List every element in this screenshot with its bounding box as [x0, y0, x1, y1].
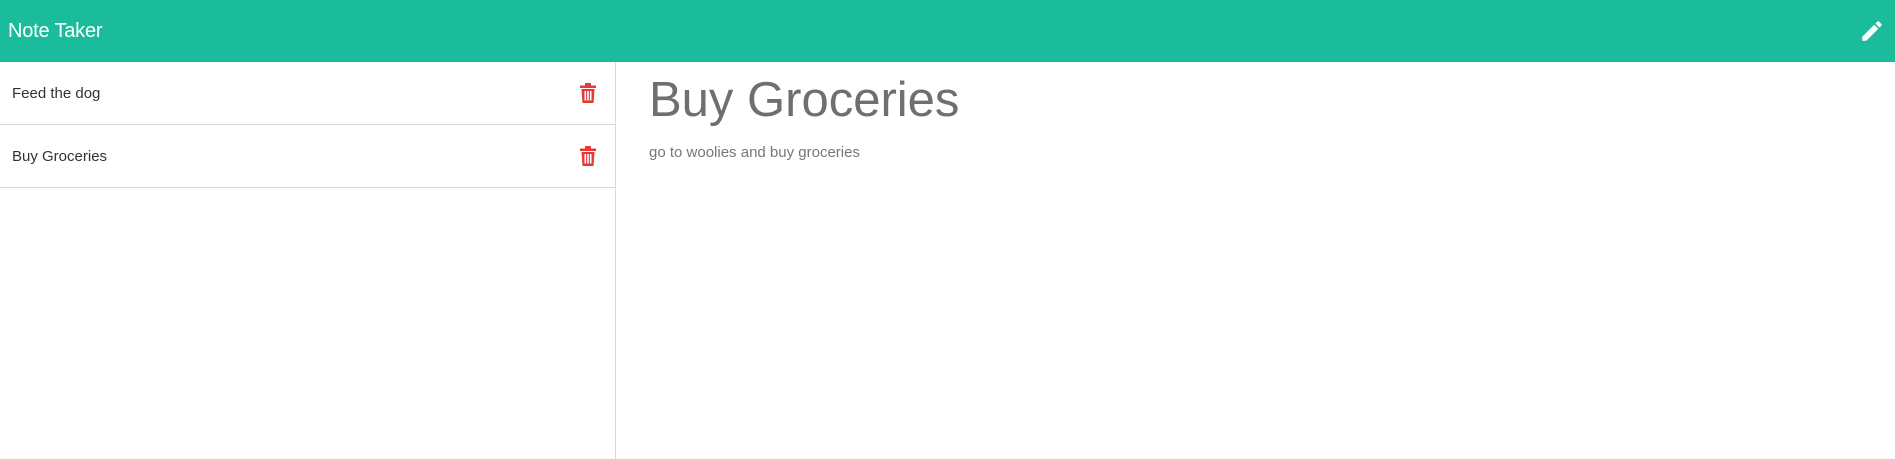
- trash-icon[interactable]: [579, 145, 597, 167]
- list-item[interactable]: Feed the dog: [0, 62, 615, 125]
- notes-sidebar: Feed the dog Buy Groceries: [0, 62, 616, 459]
- note-viewer: Buy Groceries go to woolies and buy groc…: [617, 62, 1895, 459]
- note-heading: Buy Groceries: [649, 73, 960, 127]
- note-body: go to woolies and buy groceries: [649, 143, 860, 161]
- trash-icon[interactable]: [579, 82, 597, 104]
- note-title: Buy Groceries: [12, 147, 108, 165]
- note-title: Feed the dog: [12, 84, 101, 102]
- app-title[interactable]: Note Taker: [8, 20, 103, 43]
- pencil-icon[interactable]: [1857, 16, 1887, 46]
- note-list: Feed the dog Buy Groceries: [0, 62, 615, 188]
- list-item[interactable]: Buy Groceries: [0, 125, 615, 188]
- navbar: Note Taker: [0, 0, 1895, 62]
